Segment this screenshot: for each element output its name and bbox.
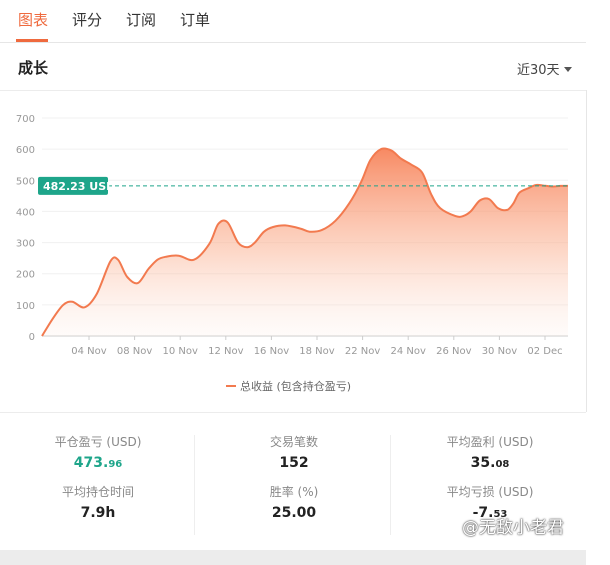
- stat-label: 胜率 (%): [269, 485, 319, 499]
- tab-orders[interactable]: 订单: [180, 9, 210, 30]
- x-tick-label: 12 Nov: [208, 346, 244, 357]
- panel-border: [586, 90, 587, 412]
- x-tick-label: 02 Dec: [527, 346, 562, 357]
- tab-subscription[interactable]: 订阅: [126, 9, 156, 30]
- y-tick-label: 200: [16, 270, 35, 281]
- stat-value-main: 473.: [73, 455, 109, 471]
- tab-rating[interactable]: 评分: [72, 9, 102, 30]
- section-title: 成长: [18, 59, 49, 77]
- stat-value: 7.9h: [0, 505, 196, 521]
- y-tick-label: 700: [16, 114, 35, 125]
- y-tick-label: 600: [16, 145, 35, 156]
- growth-chart: 0 100 200 300 400 500 600 700 04 Nov 08 Nov 10 No…: [16, 114, 569, 357]
- y-tick-label: 100: [16, 301, 35, 312]
- growth-section-header: 成长 近30天: [0, 42, 586, 91]
- x-tick-label: 18 Nov: [299, 346, 335, 357]
- x-tick-label: 04 Nov: [71, 346, 107, 357]
- stat-value: 473.96: [0, 455, 196, 471]
- stat-trade-count: 交易笔数 152: [196, 433, 392, 471]
- stat-value: 152: [196, 455, 392, 471]
- x-tick-label: 16 Nov: [254, 346, 290, 357]
- range-dropdown[interactable]: 近30天: [517, 59, 572, 78]
- stat-value: 25.00: [196, 505, 392, 521]
- chart-legend[interactable]: 总收益 (包含持仓盈亏): [226, 378, 351, 394]
- x-tick-label: 24 Nov: [390, 346, 426, 357]
- x-tick-label: 08 Nov: [117, 346, 153, 357]
- tab-bar: 图表 评分 订阅 订单: [0, 0, 586, 43]
- stat-label: 平均持仓时间: [61, 485, 134, 499]
- y-tick-label: 400: [16, 207, 35, 218]
- stat-win-rate: 胜率 (%) 25.00: [196, 483, 392, 521]
- stat-value-decimals: 08: [495, 459, 510, 470]
- reference-label: 482.23 USD: [43, 180, 115, 193]
- tab-chart[interactable]: 图表: [18, 9, 48, 30]
- y-tick-label: 0: [29, 332, 35, 343]
- x-tick-label: 22 Nov: [345, 346, 381, 357]
- stat-value-decimals: 96: [108, 459, 123, 470]
- stat-value-main: 152: [279, 455, 309, 471]
- range-dropdown-label: 近30天: [517, 63, 560, 78]
- stat-avg-hold-time: 平均持仓时间 7.9h: [0, 483, 196, 521]
- stat-closed-pnl: 平仓盈亏 (USD) 473.96: [0, 433, 196, 471]
- stat-value-main: 25.00: [271, 505, 317, 521]
- watermark: @无敌小老君: [462, 518, 564, 538]
- y-tick-label: 500: [16, 176, 35, 187]
- stat-label: 平均盈利 (USD): [446, 435, 534, 449]
- x-tick-label: 10 Nov: [162, 346, 198, 357]
- y-tick-label: 300: [16, 239, 35, 250]
- stat-label: 交易笔数: [269, 435, 318, 449]
- bottom-bar: [0, 550, 586, 565]
- legend-label: 总收益 (包含持仓盈亏): [240, 380, 352, 393]
- caret-down-icon: [563, 67, 572, 72]
- stat-avg-profit: 平均盈利 (USD) 35.08: [392, 433, 588, 471]
- x-tick-label: 26 Nov: [436, 346, 472, 357]
- stat-value-main: 7.9h: [80, 505, 116, 521]
- stat-label: 平均亏损 (USD): [446, 485, 534, 499]
- legend-swatch: [226, 385, 236, 387]
- x-tick-label: 30 Nov: [482, 346, 518, 357]
- stat-label: 平仓盈亏 (USD): [54, 435, 142, 449]
- stat-value: 35.08: [392, 455, 588, 471]
- stat-value-main: 35.: [470, 455, 496, 471]
